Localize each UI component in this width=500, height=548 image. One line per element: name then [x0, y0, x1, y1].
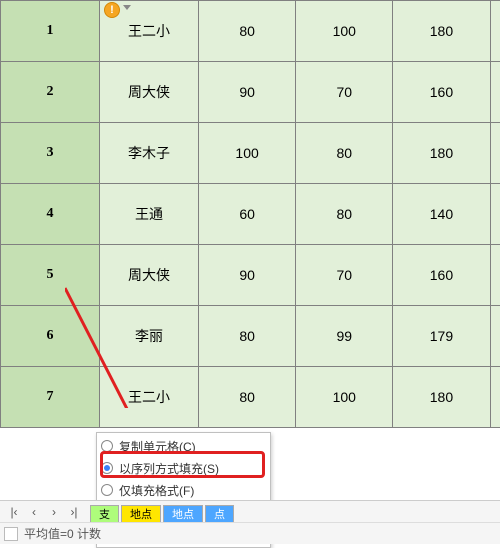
cell-col1[interactable]: 100 [199, 123, 296, 184]
cell-name[interactable]: 李木子 [99, 123, 198, 184]
cell-col1[interactable]: 90 [199, 245, 296, 306]
table-row[interactable]: 5周大侠9070160 [1, 245, 500, 306]
cell-col2[interactable]: 99 [296, 306, 393, 367]
nav-next-button[interactable]: › [44, 503, 64, 521]
radio-icon [101, 440, 113, 452]
sheet-tab-3[interactable]: 地点 [163, 505, 203, 523]
cell-index[interactable]: 1 [1, 1, 100, 62]
sheet-tab-bar: |‹ ‹ › ›| 支 地点 地点 点 [0, 500, 500, 522]
cell-col3[interactable]: 140 [393, 184, 490, 245]
cell-name[interactable]: 周大侠 [99, 245, 198, 306]
cell-index[interactable]: 2 [1, 62, 100, 123]
fill-option-1[interactable]: 以序列方式填充(S) [97, 457, 270, 479]
cell-index[interactable]: 5 [1, 245, 100, 306]
cell-name[interactable]: 周大侠 [99, 62, 198, 123]
cell-name[interactable]: 王二小 [99, 367, 198, 428]
cell-col1[interactable]: 90 [199, 62, 296, 123]
cell-name[interactable]: 王通 [99, 184, 198, 245]
table-row[interactable]: 4王通6080140 [1, 184, 500, 245]
smart-tag-dropdown-icon[interactable] [123, 5, 131, 13]
cell-index[interactable]: 7 [1, 367, 100, 428]
table-row[interactable]: 2周大侠9070160 [1, 62, 500, 123]
radio-icon [101, 484, 113, 496]
sheet-tab-1[interactable]: 支 [90, 505, 119, 523]
cell-col3[interactable]: 180 [393, 367, 490, 428]
cell-index[interactable]: 3 [1, 123, 100, 184]
status-bar: 平均值=0 计数 [0, 522, 500, 544]
cell-col1[interactable]: 80 [199, 367, 296, 428]
cell-col1[interactable]: 60 [199, 184, 296, 245]
cell-col3[interactable]: 180 [393, 123, 490, 184]
fill-option-label: 以序列方式填充(S) [119, 460, 219, 477]
cell-col1[interactable]: 80 [199, 306, 296, 367]
cell-col2[interactable]: 70 [296, 245, 393, 306]
nav-first-button[interactable]: |‹ [4, 503, 24, 521]
nav-prev-button[interactable]: ‹ [24, 503, 44, 521]
status-box-icon [4, 527, 18, 541]
table-row[interactable]: 7王二小80100180 [1, 367, 500, 428]
cell-extra[interactable] [490, 306, 500, 367]
fill-option-label: 复制单元格(C) [119, 438, 196, 455]
data-table[interactable]: 1王二小801001802周大侠90701603李木子100801804王通60… [0, 0, 500, 428]
cell-col3[interactable]: 160 [393, 62, 490, 123]
cell-col2[interactable]: 80 [296, 184, 393, 245]
nav-last-button[interactable]: ›| [64, 503, 84, 521]
cell-index[interactable]: 6 [1, 306, 100, 367]
cell-col2[interactable]: 80 [296, 123, 393, 184]
sheet-tab-4[interactable]: 点 [205, 505, 234, 523]
cell-col3[interactable]: 180 [393, 1, 490, 62]
smart-tag-icon[interactable] [104, 2, 120, 18]
spreadsheet-area[interactable]: 1王二小801001802周大侠90701603李木子100801804王通60… [0, 0, 500, 428]
cell-col3[interactable]: 179 [393, 306, 490, 367]
cell-extra[interactable] [490, 367, 500, 428]
table-row[interactable]: 1王二小80100180 [1, 1, 500, 62]
cell-col1[interactable]: 80 [199, 1, 296, 62]
cell-index[interactable]: 4 [1, 184, 100, 245]
status-text: 平均值=0 计数 [24, 525, 101, 542]
cell-extra[interactable] [490, 184, 500, 245]
fill-option-label: 仅填充格式(F) [119, 482, 194, 499]
cell-extra[interactable] [490, 1, 500, 62]
fill-option-0[interactable]: 复制单元格(C) [97, 435, 270, 457]
cell-extra[interactable] [490, 245, 500, 306]
table-row[interactable]: 3李木子10080180 [1, 123, 500, 184]
radio-icon [101, 462, 113, 474]
cell-extra[interactable] [490, 123, 500, 184]
table-row[interactable]: 6李丽8099179 [1, 306, 500, 367]
cell-extra[interactable] [490, 62, 500, 123]
sheet-tab-2[interactable]: 地点 [121, 505, 161, 523]
cell-col2[interactable]: 70 [296, 62, 393, 123]
cell-col3[interactable]: 160 [393, 245, 490, 306]
cell-col2[interactable]: 100 [296, 367, 393, 428]
fill-option-2[interactable]: 仅填充格式(F) [97, 479, 270, 501]
cell-col2[interactable]: 100 [296, 1, 393, 62]
cell-name[interactable]: 李丽 [99, 306, 198, 367]
